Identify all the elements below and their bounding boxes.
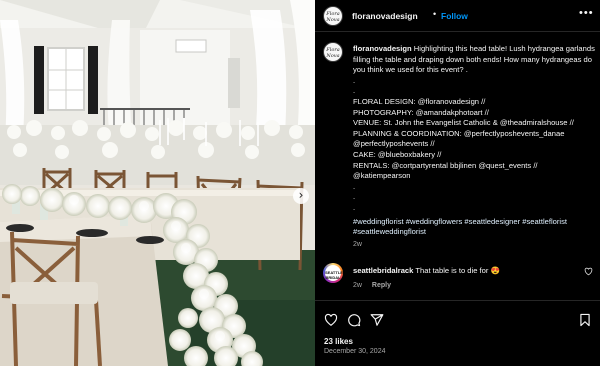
author-username[interactable]: floranovadesign xyxy=(352,11,418,21)
bookmark-icon[interactable] xyxy=(578,313,592,327)
next-photo-button[interactable]: › xyxy=(293,188,309,204)
heart-icon[interactable] xyxy=(324,313,338,327)
post-details-panel: Flora Nova floranovadesign • Follow ••• … xyxy=(315,0,600,366)
comment-like-heart-icon[interactable] xyxy=(584,267,593,276)
caption-line: RENTALS: @cortpartyrental bbjlinen @ques… xyxy=(353,160,540,181)
more-options-icon[interactable]: ••• xyxy=(579,7,594,19)
comment-icon[interactable] xyxy=(347,313,361,327)
post-date: December 30, 2024 xyxy=(324,348,386,355)
commenter-avatar-text: SEATTLE BRIDAL xyxy=(325,265,343,281)
post-header: Flora Nova floranovadesign • Follow ••• xyxy=(315,0,600,32)
caption-line: FLORAL DESIGN: @floranovadesign // xyxy=(353,96,486,106)
header-separator: • xyxy=(433,9,437,19)
post-caption: floranovadesign Highlighting this head t… xyxy=(353,44,597,250)
share-icon[interactable] xyxy=(370,313,384,327)
author-avatar[interactable]: Flora Nova xyxy=(323,6,343,26)
caption-line: CAKE: @blueboxbakery // xyxy=(353,149,442,159)
caption-line: PHOTOGRAPHY: @amandakphotoart // xyxy=(353,107,489,117)
caption-line: . xyxy=(353,202,356,212)
reply-button[interactable]: Reply xyxy=(372,282,391,289)
caption-line: VENUE: St. John the Evangelist Catholic … xyxy=(353,118,574,128)
post-photo[interactable]: › xyxy=(0,0,315,366)
caption-author-avatar[interactable]: Flora Nova xyxy=(323,42,343,62)
caption-line: PLANNING & COORDINATION: @perfectlyposhe… xyxy=(353,128,567,149)
wedding-reception-image xyxy=(0,0,315,366)
comment-meta: 2w Reply xyxy=(353,282,391,289)
comment-timestamp: 2w xyxy=(353,282,362,289)
comment: seattlebridalrack That table is to die f… xyxy=(353,266,581,276)
comment-text: That table is to die for 😍 xyxy=(415,266,500,275)
caption-line: . xyxy=(353,181,356,191)
caption-hashtags[interactable]: #weddingflorist #weddingflowers #seattle… xyxy=(353,217,597,238)
action-bar: 23 likes December 30, 2024 xyxy=(315,300,600,366)
caption-timestamp: 2w xyxy=(353,240,362,248)
follow-button[interactable]: Follow xyxy=(441,11,468,21)
likes-count[interactable]: 23 likes xyxy=(324,337,353,346)
caption-line: . xyxy=(353,86,356,96)
caption-line: . xyxy=(353,192,356,202)
caption-line: . xyxy=(353,75,356,85)
commenter-avatar[interactable]: SEATTLE BRIDAL xyxy=(323,263,343,283)
caption-username[interactable]: floranovadesign xyxy=(353,44,412,53)
comment-username[interactable]: seattlebridalrack xyxy=(353,266,413,275)
